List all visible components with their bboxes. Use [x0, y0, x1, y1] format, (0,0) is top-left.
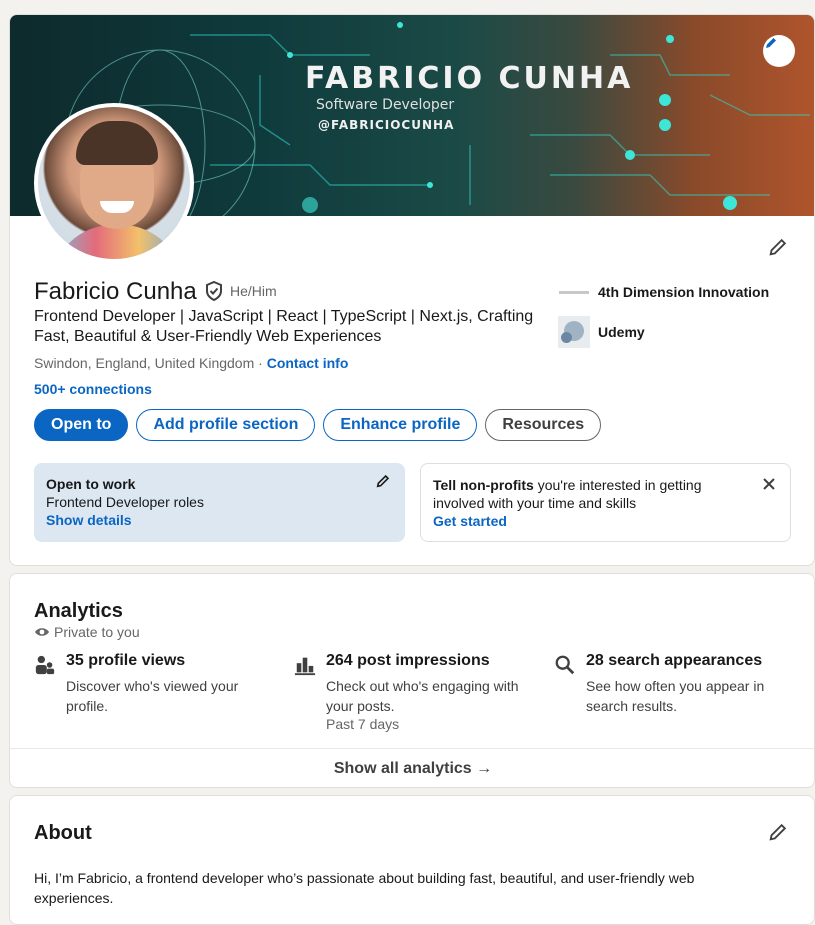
company-udemy[interactable]: Udemy [558, 316, 645, 348]
people-icon [35, 655, 55, 675]
stat-desc: See how often you appear in search resul… [586, 678, 765, 714]
private-to-you: Private to you [34, 624, 140, 640]
stat-desc: Check out who's engaging with your posts… [326, 678, 519, 714]
edit-open-to-work-button[interactable] [371, 469, 395, 493]
profile-actions: Open to Add profile section Enhance prof… [34, 409, 602, 441]
open-to-work-box: Open to work Frontend Developer roles Sh… [34, 463, 405, 542]
pencil-icon [769, 823, 787, 841]
eye-icon [35, 628, 49, 636]
company-name: 4th Dimension Innovation [598, 284, 770, 300]
about-title: About [34, 822, 92, 844]
stat-head: 264 post impressions [326, 652, 490, 669]
show-details-link[interactable]: Show details [46, 511, 393, 529]
search-icon [555, 655, 575, 675]
edit-about-button[interactable] [762, 816, 794, 848]
stat-head: 35 profile views [66, 652, 186, 669]
profile-name: Fabricio Cunha [34, 278, 197, 305]
open-to-work-title: Open to work [46, 476, 136, 492]
verified-shield-icon[interactable] [204, 280, 224, 302]
get-started-link[interactable]: Get started [433, 512, 778, 530]
company-logo [558, 316, 590, 348]
connections-link[interactable]: 500+ connections [34, 381, 152, 397]
company-4th-dimension[interactable]: 4th Dimension Innovation [558, 276, 769, 308]
stat-desc: Discover who's viewed your profile. [66, 678, 239, 714]
banner-subtitle: Software Developer [316, 97, 455, 113]
analytics-card: Analytics Private to you 35 profile view… [9, 573, 815, 788]
profile-location: Swindon, England, United Kingdom · Conta… [34, 355, 348, 371]
location-text: Swindon, England, United Kingdom [34, 355, 255, 371]
banner-handle: @FABRICIOCUNHA [318, 118, 455, 132]
pencil-icon [376, 474, 390, 488]
location-separator: · [254, 355, 267, 371]
pencil-icon [769, 238, 787, 256]
stat-period: Past 7 days [326, 716, 400, 732]
edit-intro-button[interactable] [762, 231, 794, 263]
edit-banner-button[interactable] [763, 35, 795, 67]
add-profile-section-button[interactable]: Add profile section [136, 409, 316, 441]
profile-headline: Frontend Developer | JavaScript | React … [34, 308, 534, 345]
profile-photo[interactable] [34, 103, 194, 263]
company-name: Udemy [598, 324, 645, 340]
bar-chart-icon [294, 657, 316, 676]
close-icon [763, 478, 775, 490]
show-all-analytics-button[interactable]: Show all analytics → [10, 748, 814, 787]
profile-card: FABRICIO CUNHA Software Developer @FABRI… [9, 14, 815, 566]
company-logo [558, 276, 590, 308]
open-to-work-roles: Frontend Developer roles [46, 494, 204, 510]
stat-head: 28 search appearances [586, 652, 763, 669]
dismiss-button[interactable] [755, 470, 783, 498]
non-profits-text: Tell non-profits you're interested in ge… [433, 477, 702, 511]
enhance-profile-button[interactable]: Enhance profile [323, 409, 478, 441]
contact-info-link[interactable]: Contact info [267, 355, 349, 371]
about-card: About Hi, I’m Fabricio, a frontend devel… [9, 795, 815, 925]
about-text: Hi, I’m Fabricio, a frontend developer w… [34, 870, 695, 906]
non-profits-box: Tell non-profits you're interested in ge… [420, 463, 791, 542]
banner-title: FABRICIO CUNHA [305, 61, 634, 96]
open-to-button[interactable]: Open to [34, 409, 129, 441]
analytics-title: Analytics [34, 600, 123, 622]
pronouns: He/Him [230, 283, 277, 299]
pencil-icon [766, 38, 776, 48]
resources-button[interactable]: Resources [485, 409, 602, 441]
